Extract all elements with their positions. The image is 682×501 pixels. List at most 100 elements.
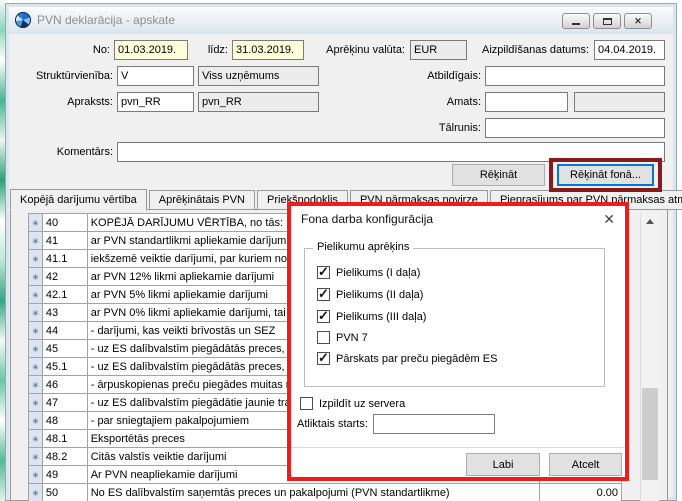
record-marker-icon <box>28 483 43 501</box>
attachments-groupbox: Pielikumu aprēķins Pielikums (I daļa) Pi… <box>304 241 605 387</box>
delayed-start-input[interactable] <box>373 414 495 434</box>
row-number: 45 <box>41 339 88 358</box>
checkbox-pielikums-3[interactable]: Pielikums (III daļa) <box>317 308 427 324</box>
checkbox-icon[interactable] <box>317 331 330 344</box>
minimize-button[interactable] <box>562 13 590 29</box>
row-description: No ES dalībvalstīm saņemtās preces un pa… <box>86 483 540 501</box>
currency-label: Aprēķinu valūta: <box>326 44 405 56</box>
unit-name-field <box>198 66 319 86</box>
record-marker-icon <box>28 303 43 322</box>
checkbox-pielikums-2[interactable]: Pielikums (II daļa) <box>317 286 424 302</box>
description-code-input[interactable] <box>117 92 194 112</box>
description-label: Apraksts: <box>67 96 113 108</box>
position-extra-field <box>574 92 665 112</box>
row-number: 43 <box>41 303 88 322</box>
date-from-input[interactable] <box>114 40 188 60</box>
checkbox-pvn7[interactable]: PVN 7 <box>317 330 368 345</box>
record-marker-icon <box>28 249 43 268</box>
comment-input[interactable] <box>117 142 665 162</box>
dialog-title: Fona darba konfigurācija <box>301 212 434 226</box>
background-job-dialog: Fona darba konfigurācija ✕ Pielikumu apr… <box>287 202 629 481</box>
fill-date-label: Aizpildīšanas datums: <box>482 44 589 56</box>
record-marker-icon <box>28 393 43 412</box>
record-marker-icon <box>28 447 43 466</box>
record-marker-icon <box>28 357 43 376</box>
checkbox-icon[interactable] <box>317 286 330 302</box>
phone-input[interactable] <box>485 118 665 138</box>
record-marker-icon <box>28 411 43 430</box>
lidz-label: līdz: <box>207 44 228 56</box>
delayed-start-label: Atliktais starts: <box>297 418 368 430</box>
date-to-input[interactable] <box>232 40 304 60</box>
record-marker-icon <box>28 429 43 448</box>
responsible-label: Atbildīgais: <box>427 70 481 82</box>
groupbox-legend: Pielikumu aprēķins <box>313 241 414 253</box>
checkbox-icon[interactable] <box>317 264 330 280</box>
fill-date-input[interactable] <box>594 40 665 60</box>
ok-button[interactable]: Labi <box>466 453 540 476</box>
row-number: 41.1 <box>41 249 88 268</box>
scrollbar-thumb[interactable] <box>642 388 658 480</box>
checkbox-icon[interactable] <box>300 397 313 410</box>
table-row[interactable]: 50No ES dalībvalstīm saņemtās preces un … <box>28 483 623 501</box>
scroll-up-icon[interactable] <box>641 213 659 230</box>
close-icon: ✕ <box>634 15 642 26</box>
row-number: 49 <box>41 465 88 484</box>
row-number: 50 <box>41 483 88 501</box>
row-number: 47 <box>41 393 88 412</box>
tab-aprekinatais-pvn[interactable]: Aprēķinātais PVN <box>148 190 256 210</box>
checkbox-pielikums-1[interactable]: Pielikums (I daļa) <box>317 264 421 280</box>
currency-input <box>410 40 467 60</box>
checkbox-icon[interactable] <box>317 308 330 324</box>
checkbox-run-on-server[interactable]: Izpildīt uz servera <box>300 396 405 411</box>
checkbox-label: Pielikums (I daļa) <box>336 266 421 279</box>
record-marker-icon <box>28 375 43 394</box>
row-number: 45.1 <box>41 357 88 376</box>
record-marker-icon <box>28 339 43 358</box>
table-scrollbar[interactable] <box>640 213 659 501</box>
maximize-icon <box>602 17 612 25</box>
position-label: Amats: <box>446 96 481 108</box>
row-number: 41 <box>41 231 88 250</box>
row-number: 48.2 <box>41 447 88 466</box>
maximize-button[interactable] <box>593 13 621 29</box>
checkbox-label: Pārskats par preču piegādēm ES <box>336 352 498 365</box>
screenshot-root: PVN deklarācija - apskate ✕ No: līdz: Ap… <box>0 0 682 501</box>
dialog-close-icon[interactable]: ✕ <box>603 211 615 227</box>
checkbox-icon[interactable] <box>317 350 330 366</box>
minimize-icon <box>572 23 580 25</box>
row-number: 48.1 <box>41 429 88 448</box>
row-number: 48 <box>41 411 88 430</box>
record-marker-icon <box>28 213 43 232</box>
dialog-separator <box>291 447 625 448</box>
phone-label: Tālrunis: <box>438 122 481 134</box>
unit-code-input[interactable] <box>117 66 194 86</box>
position-input[interactable] <box>485 92 568 112</box>
calculate-background-button[interactable]: Rēķināt fonā... <box>557 164 654 186</box>
calculate-button[interactable]: Rēķināt <box>452 164 545 186</box>
record-marker-icon <box>28 285 43 304</box>
record-marker-icon <box>28 231 43 250</box>
checkbox-label: PVN 7 <box>336 331 368 344</box>
record-marker-icon <box>28 465 43 484</box>
checkbox-parskats-es[interactable]: Pārskats par preču piegādēm ES <box>317 350 498 366</box>
row-number: 46 <box>41 375 88 394</box>
unit-label: Struktūrvienība: <box>35 70 113 82</box>
cancel-button[interactable]: Atcelt <box>549 453 622 476</box>
responsible-input[interactable] <box>485 66 665 86</box>
row-number: 44 <box>41 321 88 340</box>
record-marker-icon <box>28 267 43 286</box>
record-marker-icon <box>28 321 43 340</box>
row-value[interactable]: 0.00 <box>538 483 623 501</box>
no-label: No: <box>92 44 110 56</box>
row-number: 42 <box>41 267 88 286</box>
close-button[interactable]: ✕ <box>624 13 652 29</box>
title-bar: PVN deklarācija - apskate ✕ <box>9 7 673 34</box>
app-globe-icon <box>15 12 31 28</box>
description-name-field <box>198 92 319 112</box>
row-number: 42.1 <box>41 285 88 304</box>
checkbox-label: Pielikums (III daļa) <box>336 310 427 323</box>
checkbox-label: Izpildīt uz servera <box>319 397 406 410</box>
tab-kopeja-darijumu-vertiba[interactable]: Kopējā darījumu vērtība <box>10 189 147 211</box>
checkbox-label: Pielikums (II daļa) <box>336 288 424 301</box>
